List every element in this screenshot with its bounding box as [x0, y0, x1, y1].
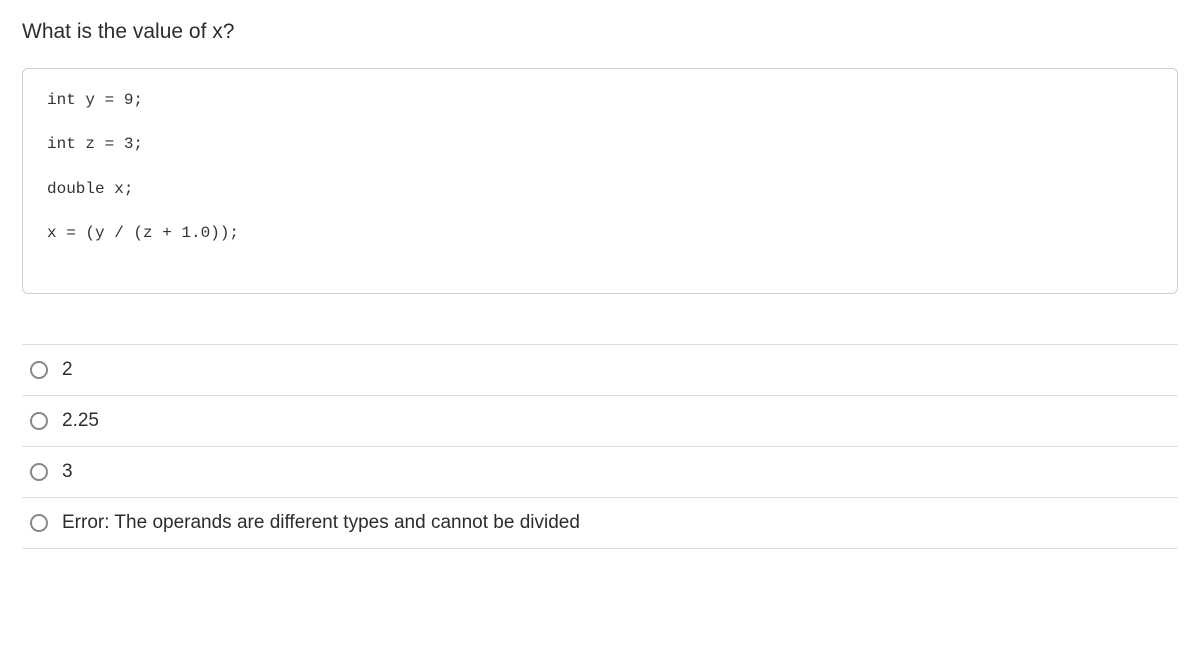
option-label: Error: The operands are different types … — [62, 512, 580, 534]
radio-icon — [30, 412, 48, 430]
option-label: 2 — [62, 359, 73, 381]
code-line: int z = 3; — [47, 133, 1153, 155]
radio-icon — [30, 361, 48, 379]
option-3[interactable]: 3 — [22, 447, 1178, 498]
radio-icon — [30, 514, 48, 532]
option-label: 3 — [62, 461, 73, 483]
option-4[interactable]: Error: The operands are different types … — [22, 498, 1178, 549]
option-2[interactable]: 2.25 — [22, 396, 1178, 447]
code-line: double x; — [47, 178, 1153, 200]
code-line: x = (y / (z + 1.0)); — [47, 222, 1153, 244]
code-line: int y = 9; — [47, 89, 1153, 111]
option-1[interactable]: 2 — [22, 345, 1178, 396]
question-title: What is the value of x? — [22, 20, 1178, 44]
option-label: 2.25 — [62, 410, 99, 432]
answer-options: 2 2.25 3 Error: The operands are differe… — [22, 344, 1178, 549]
radio-icon — [30, 463, 48, 481]
code-block: int y = 9; int z = 3; double x; x = (y /… — [22, 68, 1178, 294]
